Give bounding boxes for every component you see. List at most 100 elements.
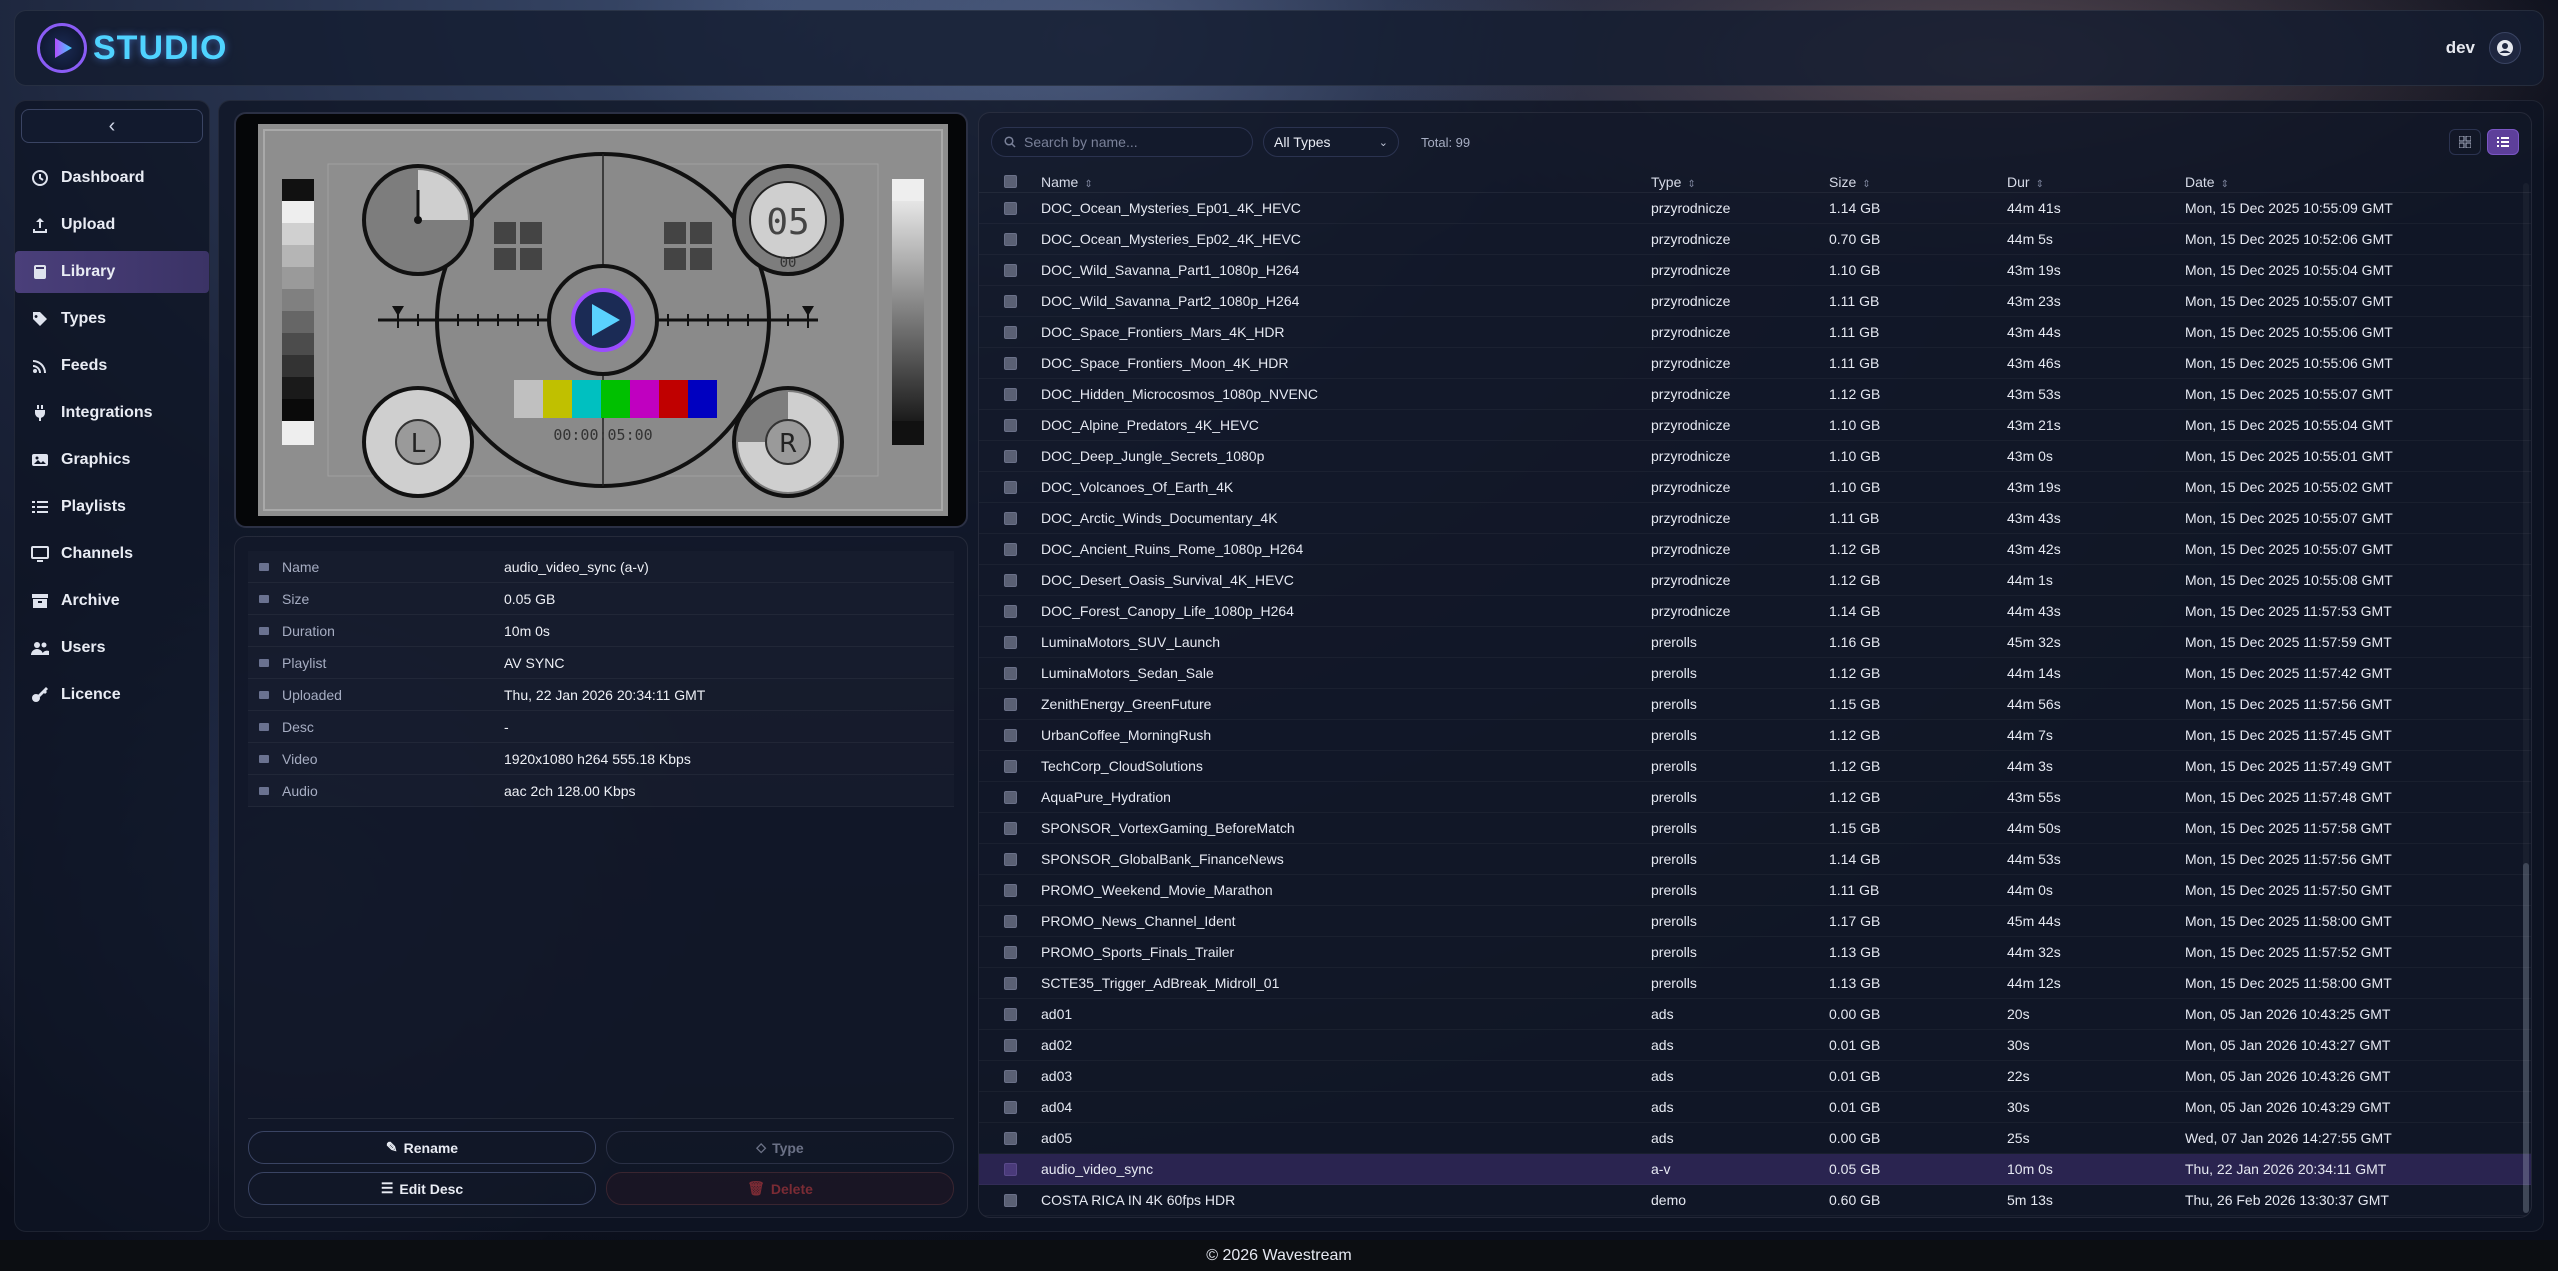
table-row[interactable]: ad05 ads 0.00 GB 25s Wed, 07 Jan 2026 14… xyxy=(979,1123,2531,1154)
row-checkbox[interactable] xyxy=(1003,852,1017,866)
sidebar-collapse-button[interactable]: ‹ xyxy=(21,109,203,143)
column-dur[interactable]: Dur ⇕ xyxy=(2007,174,2185,190)
row-checkbox[interactable] xyxy=(1003,1038,1017,1052)
row-checkbox[interactable] xyxy=(1003,232,1017,246)
row-checkbox[interactable] xyxy=(1003,790,1017,804)
row-checkbox[interactable] xyxy=(1003,1193,1017,1207)
column-date[interactable]: Date ⇕ xyxy=(2185,174,2531,190)
search-input[interactable]: Search by name... xyxy=(1024,134,1138,150)
table-row[interactable]: DOC_Desert_Oasis_Survival_4K_HEVC przyro… xyxy=(979,565,2531,596)
table-row[interactable]: DOC_Wild_Savanna_Part2_1080p_H264 przyro… xyxy=(979,286,2531,317)
row-checkbox[interactable] xyxy=(1003,1131,1017,1145)
row-checkbox[interactable] xyxy=(1003,511,1017,525)
type-filter-select[interactable]: All Types ⌄ xyxy=(1263,127,1399,157)
table-row[interactable]: PROMO_Weekend_Movie_Marathon prerolls 1.… xyxy=(979,875,2531,906)
row-checkbox[interactable] xyxy=(1003,604,1017,618)
table-row[interactable]: DOC_Ancient_Ruins_Rome_1080p_H264 przyro… xyxy=(979,534,2531,565)
row-checkbox[interactable] xyxy=(1003,945,1017,959)
row-checkbox[interactable] xyxy=(1003,542,1017,556)
row-checkbox[interactable] xyxy=(1003,263,1017,277)
app-logo[interactable]: STUDIO xyxy=(37,23,227,73)
row-checkbox[interactable] xyxy=(1003,1100,1017,1114)
row-checkbox[interactable] xyxy=(1003,883,1017,897)
sidebar-item-integrations[interactable]: Integrations xyxy=(21,392,203,434)
scrollbar-thumb[interactable] xyxy=(2523,863,2529,1213)
table-row[interactable]: ad02 ads 0.01 GB 30s Mon, 05 Jan 2026 10… xyxy=(979,1030,2531,1061)
user-avatar-icon[interactable] xyxy=(2489,32,2521,64)
row-checkbox[interactable] xyxy=(1003,480,1017,494)
sidebar-item-library[interactable]: Library xyxy=(15,251,209,293)
video-preview[interactable]: 05 00 L R 00:00:05:00 xyxy=(234,112,968,528)
column-name[interactable]: Name ⇕ xyxy=(1041,174,1651,190)
row-checkbox[interactable] xyxy=(1003,356,1017,370)
table-row[interactable]: DOC_Space_Frontiers_Moon_4K_HDR przyrodn… xyxy=(979,348,2531,379)
edit-desc-button[interactable]: ☰ Edit Desc xyxy=(248,1172,596,1205)
table-row[interactable]: ad04 ads 0.01 GB 30s Mon, 05 Jan 2026 10… xyxy=(979,1092,2531,1123)
table-row[interactable]: PROMO_News_Channel_Ident prerolls 1.17 G… xyxy=(979,906,2531,937)
table-row[interactable]: ad03 ads 0.01 GB 22s Mon, 05 Jan 2026 10… xyxy=(979,1061,2531,1092)
table-row[interactable]: ZenithEnergy_GreenFuture prerolls 1.15 G… xyxy=(979,689,2531,720)
table-scrollbar[interactable] xyxy=(2523,183,2529,1213)
table-row[interactable]: TechCorp_CloudSolutions prerolls 1.12 GB… xyxy=(979,751,2531,782)
row-checkbox[interactable] xyxy=(1003,294,1017,308)
table-row[interactable]: PROMO_Sports_Finals_Trailer prerolls 1.1… xyxy=(979,937,2531,968)
row-checkbox[interactable] xyxy=(1003,697,1017,711)
table-row[interactable]: DOC_Hidden_Microcosmos_1080p_NVENC przyr… xyxy=(979,379,2531,410)
row-checkbox[interactable] xyxy=(1003,1007,1017,1021)
sidebar-item-upload[interactable]: Upload xyxy=(21,204,203,246)
search-box[interactable]: Search by name... xyxy=(991,127,1253,157)
delete-button[interactable]: 🗑 Delete xyxy=(606,1172,954,1205)
select-all-checkbox[interactable] xyxy=(1003,175,1017,188)
row-checkbox[interactable] xyxy=(1003,325,1017,339)
rename-button[interactable]: ✎ Rename xyxy=(248,1131,596,1164)
table-row[interactable]: ad01 ads 0.00 GB 20s Mon, 05 Jan 2026 10… xyxy=(979,999,2531,1030)
type-button[interactable]: ⬦ Type xyxy=(606,1131,954,1164)
grid-view-button[interactable] xyxy=(2449,129,2481,155)
table-row[interactable]: DOC_Ocean_Mysteries_Ep01_4K_HEVC przyrod… xyxy=(979,193,2531,224)
table-row[interactable]: LuminaMotors_SUV_Launch prerolls 1.16 GB… xyxy=(979,627,2531,658)
row-checkbox[interactable] xyxy=(1003,449,1017,463)
row-checkbox[interactable] xyxy=(1003,728,1017,742)
user-menu[interactable]: dev xyxy=(2446,32,2521,64)
table-row[interactable]: DOC_Forest_Canopy_Life_1080p_H264 przyro… xyxy=(979,596,2531,627)
row-checkbox[interactable] xyxy=(1003,418,1017,432)
sidebar-item-archive[interactable]: Archive xyxy=(21,580,203,622)
table-row[interactable]: DOC_Space_Frontiers_Mars_4K_HDR przyrodn… xyxy=(979,317,2531,348)
table-row[interactable]: DOC_Arctic_Winds_Documentary_4K przyrodn… xyxy=(979,503,2531,534)
sidebar-item-playlists[interactable]: Playlists xyxy=(21,486,203,528)
column-type[interactable]: Type ⇕ xyxy=(1651,174,1829,190)
row-checkbox[interactable] xyxy=(1003,976,1017,990)
table-row[interactable]: DOC_Alpine_Predators_4K_HEVC przyrodnicz… xyxy=(979,410,2531,441)
sidebar-item-feeds[interactable]: Feeds xyxy=(21,345,203,387)
table-row[interactable]: SCTE35_Trigger_AdBreak_Midroll_01 prerol… xyxy=(979,968,2531,999)
row-checkbox[interactable] xyxy=(1003,914,1017,928)
sidebar-item-graphics[interactable]: Graphics xyxy=(21,439,203,481)
row-checkbox[interactable] xyxy=(1003,573,1017,587)
row-checkbox[interactable] xyxy=(1003,1069,1017,1083)
row-checkbox[interactable] xyxy=(1003,201,1017,215)
table-row[interactable]: COSTA RICA IN 4K 60fps HDR demo 0.60 GB … xyxy=(979,1185,2531,1216)
row-checkbox[interactable] xyxy=(1003,1162,1017,1176)
table-row[interactable]: DOC_Wild_Savanna_Part1_1080p_H264 przyro… xyxy=(979,255,2531,286)
table-row[interactable]: SPONSOR_VortexGaming_BeforeMatch preroll… xyxy=(979,813,2531,844)
sidebar-item-types[interactable]: Types xyxy=(21,298,203,340)
row-checkbox[interactable] xyxy=(1003,635,1017,649)
table-row[interactable]: DOC_Ocean_Mysteries_Ep02_4K_HEVC przyrod… xyxy=(979,224,2531,255)
sidebar-item-users[interactable]: Users xyxy=(21,627,203,669)
row-checkbox[interactable] xyxy=(1003,387,1017,401)
table-row[interactable]: DOC_Volcanoes_Of_Earth_4K przyrodnicze 1… xyxy=(979,472,2531,503)
table-row[interactable]: UrbanCoffee_MorningRush prerolls 1.12 GB… xyxy=(979,720,2531,751)
table-row[interactable]: LuminaMotors_Sedan_Sale prerolls 1.12 GB… xyxy=(979,658,2531,689)
sidebar-item-channels[interactable]: Channels xyxy=(21,533,203,575)
table-row[interactable]: DOC_Deep_Jungle_Secrets_1080p przyrodnic… xyxy=(979,441,2531,472)
column-size[interactable]: Size ⇕ xyxy=(1829,174,2007,190)
table-row[interactable]: AquaPure_Hydration prerolls 1.12 GB 43m … xyxy=(979,782,2531,813)
row-checkbox[interactable] xyxy=(1003,821,1017,835)
sidebar-item-dashboard[interactable]: Dashboard xyxy=(21,157,203,199)
sidebar-item-licence[interactable]: Licence xyxy=(21,674,203,716)
row-checkbox[interactable] xyxy=(1003,666,1017,680)
table-row[interactable]: audio_video_sync a-v 0.05 GB 10m 0s Thu,… xyxy=(979,1154,2531,1185)
list-view-button[interactable] xyxy=(2487,129,2519,155)
table-row[interactable]: SPONSOR_GlobalBank_FinanceNews prerolls … xyxy=(979,844,2531,875)
row-checkbox[interactable] xyxy=(1003,759,1017,773)
